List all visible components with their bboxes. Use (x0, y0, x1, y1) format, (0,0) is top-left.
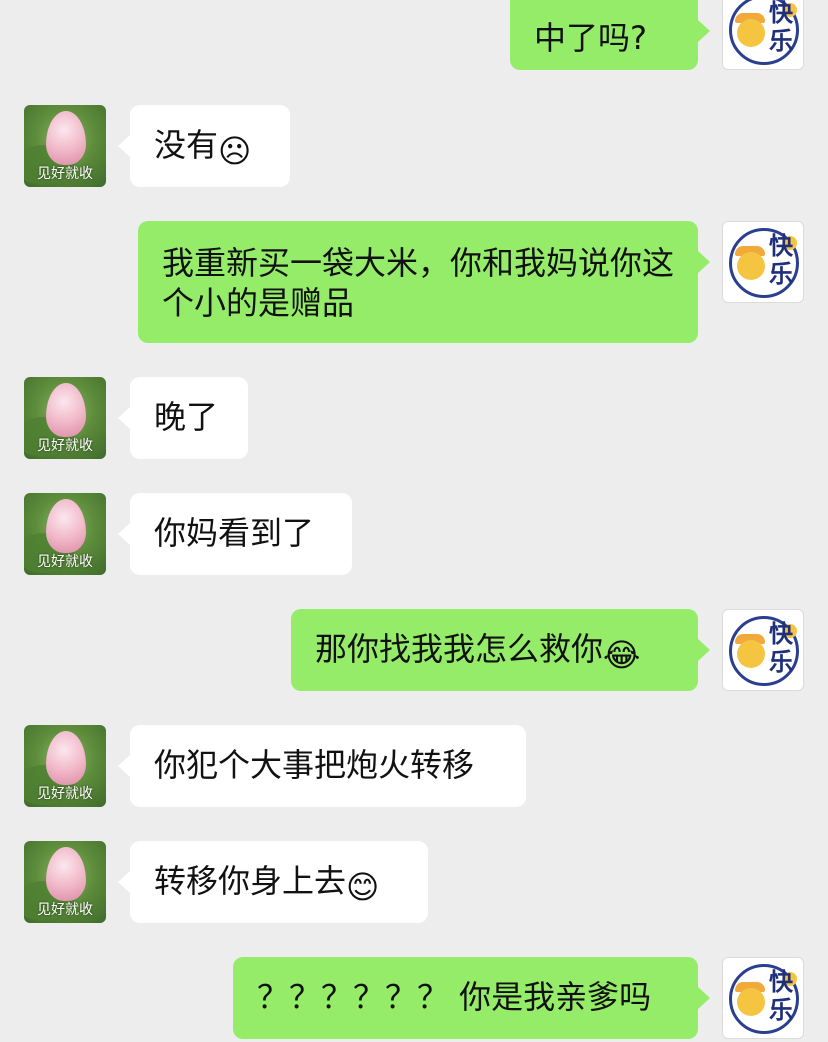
bubble-tail (698, 639, 710, 661)
avatar-caption: 见好就收 (37, 902, 93, 918)
message-text: 我重新买一袋大米，你和我妈说你这个小的是赠品 (162, 244, 675, 322)
avatar-text: 快乐 (769, 968, 793, 1024)
lotus-bud-icon (46, 847, 86, 901)
message-bubble[interactable]: 你犯个大事把炮火转移 (130, 725, 526, 807)
message-bubble[interactable]: 我重新买一袋大米，你和我妈说你这个小的是赠品 (138, 221, 698, 343)
frown-emoji-icon: ☹ (218, 132, 252, 170)
smile-emoji-icon: 😊 (346, 868, 380, 906)
laughing-emoji-icon: 😂 (603, 636, 641, 674)
self-avatar[interactable]: 快乐 (722, 221, 804, 303)
self-avatar[interactable]: 快乐 (722, 0, 804, 70)
message-bubble[interactable]: 转移你身上去😊 (130, 841, 428, 923)
bubble-tail (118, 523, 130, 545)
avatar-text: 快乐 (769, 0, 793, 55)
self-avatar[interactable]: 快乐 (722, 957, 804, 1039)
avatar-caption: 见好就收 (37, 554, 93, 570)
self-avatar[interactable]: 快乐 (722, 609, 804, 691)
bubble-tail (698, 251, 710, 273)
message-bubble[interactable]: 晚了 (130, 377, 248, 459)
contact-avatar[interactable]: 见好就收 (24, 377, 106, 459)
message-text: 你犯个大事把炮火转移 (154, 746, 475, 784)
bubble-tail (698, 20, 710, 42)
bubble-tail (118, 135, 130, 157)
avatar-caption: 见好就收 (37, 438, 93, 454)
avatar-text: 快乐 (769, 232, 793, 288)
message-text: 中了吗? (534, 19, 647, 57)
message-text: 转移你身上去 (154, 862, 347, 900)
chat-thread: 快乐 中了吗? 见好就收 没有☹ 快乐 我重新买一袋大米，你和我妈说你这个小的是… (0, 0, 828, 1042)
lotus-bud-icon (46, 731, 86, 785)
contact-avatar[interactable]: 见好就收 (24, 841, 106, 923)
duck-icon (737, 640, 765, 668)
message-text: ？？？？？？ 你是我亲爹吗 (257, 978, 652, 1016)
message-bubble[interactable]: 那你找我我怎么救你😂 (291, 609, 698, 691)
duck-icon (737, 252, 765, 280)
bubble-tail (698, 987, 710, 1009)
message-bubble[interactable]: 中了吗? (510, 0, 698, 70)
lotus-bud-icon (46, 383, 86, 437)
avatar-caption: 见好就收 (37, 166, 93, 182)
contact-avatar[interactable]: 见好就收 (24, 105, 106, 187)
message-text: 你妈看到了 (154, 514, 315, 552)
duck-icon (737, 988, 765, 1016)
avatar-caption: 见好就收 (37, 786, 93, 802)
bubble-tail (118, 407, 130, 429)
duck-icon (737, 19, 765, 47)
contact-avatar[interactable]: 见好就收 (24, 493, 106, 575)
lotus-bud-icon (46, 111, 86, 165)
bubble-tail (118, 871, 130, 893)
bubble-tail (118, 755, 130, 777)
contact-avatar[interactable]: 见好就收 (24, 725, 106, 807)
avatar-text: 快乐 (769, 620, 793, 676)
message-text: 那你找我我怎么救你 (315, 630, 604, 668)
message-bubble[interactable]: 你妈看到了 (130, 493, 352, 575)
lotus-bud-icon (46, 499, 86, 553)
message-bubble[interactable]: 没有☹ (130, 105, 290, 187)
message-text: 晚了 (154, 398, 219, 436)
message-bubble[interactable]: ？？？？？？ 你是我亲爹吗 (233, 957, 698, 1039)
message-text: 没有 (154, 126, 219, 164)
